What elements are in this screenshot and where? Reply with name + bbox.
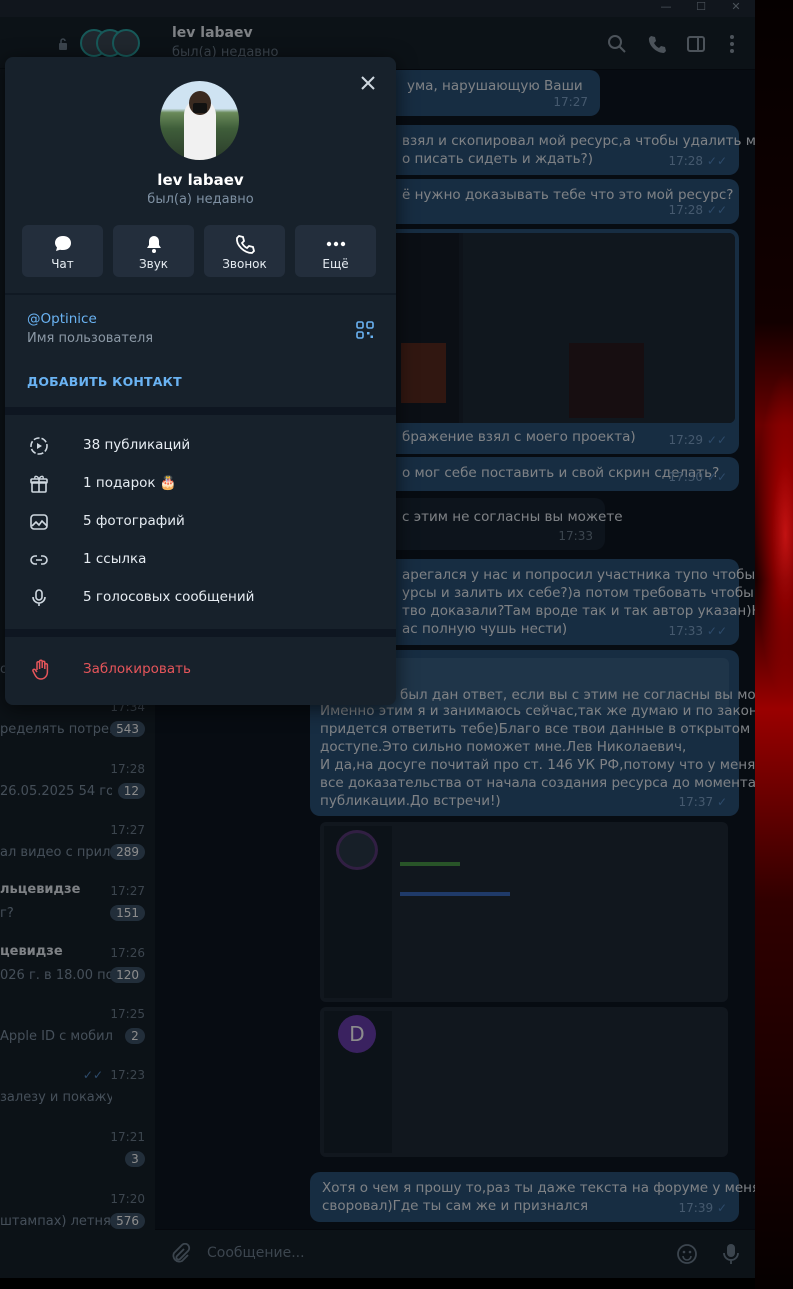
more-button[interactable]: Ещё (295, 225, 376, 277)
link-icon (30, 555, 48, 565)
bell-icon (147, 236, 161, 253)
sound-button-label: Звук (138, 257, 169, 271)
desktop-background (755, 0, 793, 1289)
microphone-icon (32, 589, 46, 606)
profile-modal: lev labaev был(а) недавно Чат Звук Звоно… (5, 57, 396, 705)
photos-item[interactable]: 5 фотографий (5, 503, 396, 541)
links-item[interactable]: 1 ссылка (5, 541, 396, 579)
links-count: 1 ссылка (83, 551, 147, 567)
sound-button[interactable]: Звук (113, 225, 194, 277)
gift-icon (30, 475, 48, 493)
voice-count: 5 голосовых сообщений (83, 589, 255, 605)
stories-icon (30, 437, 48, 455)
divider (5, 407, 396, 415)
profile-status: был(а) недавно (147, 192, 254, 207)
block-user-button[interactable]: Заблокировать (5, 652, 396, 690)
posts-count: 38 публикаций (83, 437, 191, 453)
call-button-label: Звонок (222, 257, 267, 271)
divider (5, 293, 396, 295)
username-value[interactable]: @Optinice (27, 311, 97, 327)
block-user-label: Заблокировать (83, 661, 191, 677)
photos-count: 5 фотографий (83, 513, 185, 529)
qr-code-icon[interactable] (356, 321, 374, 339)
add-contact-button[interactable]: ДОБАВИТЬ КОНТАКТ (27, 374, 182, 389)
profile-avatar[interactable] (160, 81, 239, 160)
photo-icon (30, 514, 48, 530)
more-dots-icon (326, 241, 346, 247)
chat-bubble-icon (55, 236, 71, 251)
divider (5, 629, 396, 637)
more-button-label: Ещё (322, 257, 349, 271)
phone-icon (236, 235, 255, 254)
hand-stop-icon (32, 659, 49, 680)
username-label: Имя пользователя (27, 331, 154, 346)
gifts-item[interactable]: 1 подарок 🎂 (5, 465, 396, 503)
posts-item[interactable]: 38 публикаций (5, 427, 396, 465)
chat-button[interactable]: Чат (22, 225, 103, 277)
close-icon[interactable] (358, 73, 378, 93)
gifts-count: 1 подарок 🎂 (83, 475, 177, 491)
profile-name: lev labaev (157, 171, 244, 189)
voice-item[interactable]: 5 голосовых сообщений (5, 579, 396, 617)
call-button[interactable]: Звонок (204, 225, 285, 277)
profile-actions: Чат Звук Звонок Ещё (22, 225, 376, 277)
chat-button-label: Чат (51, 257, 74, 271)
